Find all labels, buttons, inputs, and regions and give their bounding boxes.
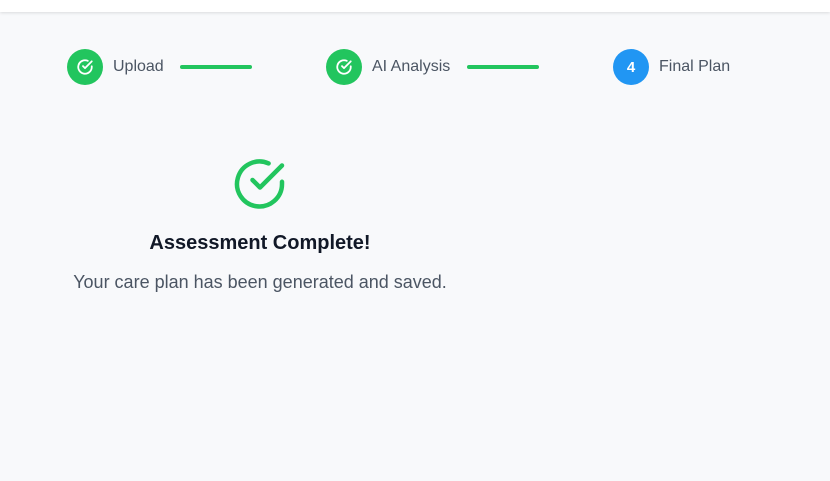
step-label: AI Analysis: [372, 58, 451, 75]
step-ai-analysis: AI Analysis: [326, 49, 450, 85]
top-bar: [0, 0, 830, 12]
completion-title: Assessment Complete!: [149, 232, 371, 254]
check-circle-icon: [234, 159, 285, 209]
step-label: Upload: [113, 58, 164, 75]
step-connector: [180, 65, 252, 69]
step-label: Final Plan: [659, 58, 731, 75]
completion-message: Your care plan has been generated and sa…: [73, 272, 447, 292]
step-final-plan: 4 Final Plan: [613, 49, 730, 85]
step-upload: Upload: [67, 49, 164, 85]
check-circle-icon: [336, 59, 352, 75]
step-connector: [467, 65, 539, 69]
step-complete-badge: [326, 49, 362, 85]
step-number-badge: 4: [613, 49, 649, 85]
step-complete-badge: [67, 49, 103, 85]
check-circle-icon: [77, 59, 93, 75]
step-number: 4: [626, 58, 636, 76]
